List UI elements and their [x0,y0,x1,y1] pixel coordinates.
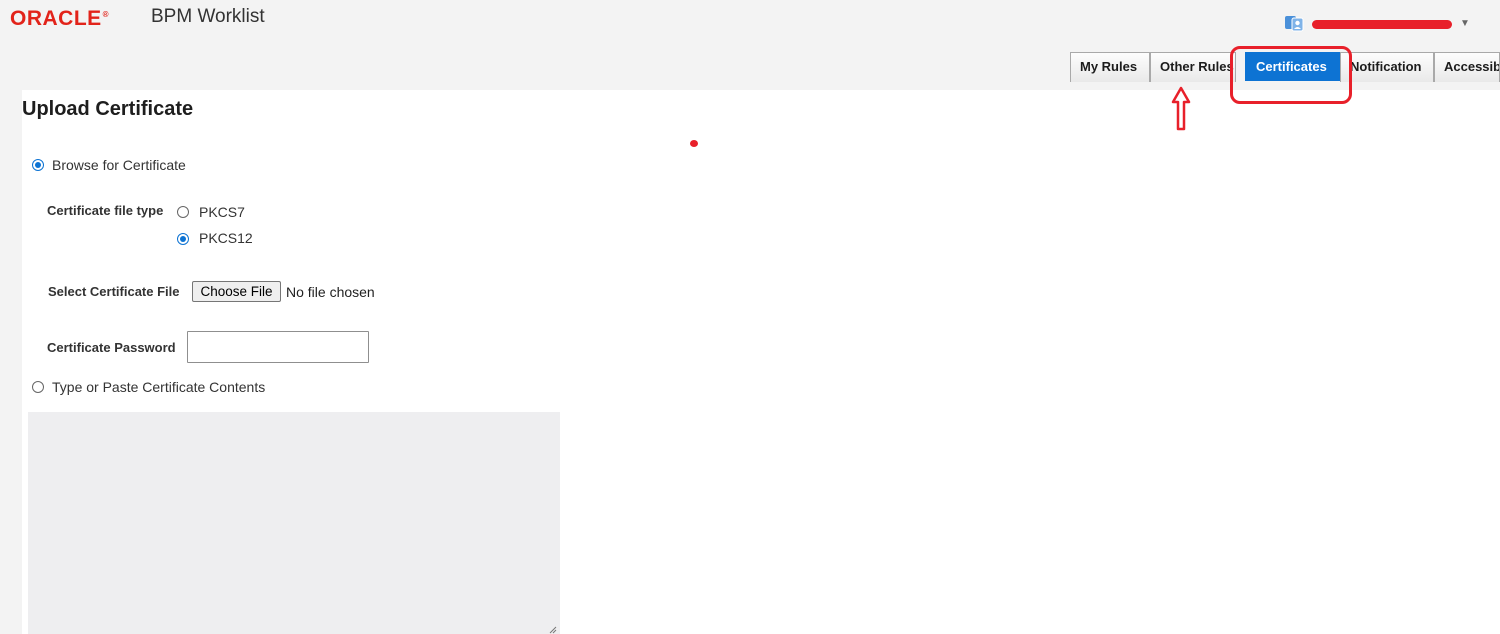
app-title: BPM Worklist [151,6,265,27]
redaction-mark [1312,20,1452,29]
annotation-highlight-box [1230,46,1352,104]
paste-contents-label[interactable]: Type or Paste Certificate Contents [52,379,265,395]
paste-contents-radio[interactable] [32,381,44,393]
browse-certificate-radio[interactable] [32,159,44,171]
annotation-arrow-up-icon [1171,86,1191,131]
tab-other-rules[interactable]: Other Rules [1150,52,1236,82]
pkcs7-label[interactable]: PKCS7 [199,204,245,220]
tab-accessibility[interactable]: Accessibility [1434,52,1500,82]
bpm-worklist-page: ORACLE® BPM Worklist ▼ My Rules Other Ru… [0,0,1500,634]
pkcs7-radio[interactable] [177,206,189,218]
logo-registered-mark: ® [102,10,110,19]
tab-notification[interactable]: Notification [1340,52,1434,82]
certificate-contents-textarea[interactable] [28,412,560,634]
pkcs12-label[interactable]: PKCS12 [199,230,253,246]
file-status-text: No file chosen [286,284,375,300]
tab-my-rules[interactable]: My Rules [1070,52,1150,82]
left-gutter [0,90,22,634]
file-type-label: Certificate file type [47,203,164,218]
oracle-logo[interactable]: ORACLE® [10,7,109,31]
user-menu[interactable]: ▼ [1284,14,1474,34]
certificate-password-input[interactable] [187,331,369,363]
browse-certificate-label[interactable]: Browse for Certificate [52,157,186,173]
password-label: Certificate Password [47,340,176,355]
annotation-dot [690,140,698,147]
select-file-label: Select Certificate File [48,284,180,299]
page-title: Upload Certificate [22,98,194,120]
chevron-down-icon[interactable]: ▼ [1460,18,1470,29]
user-switch-icon [1285,16,1304,32]
resize-grip-icon[interactable] [549,626,557,634]
logo-text: ORACLE [10,7,102,30]
choose-file-button[interactable]: Choose File [192,281,281,302]
pkcs12-radio[interactable] [177,233,189,245]
